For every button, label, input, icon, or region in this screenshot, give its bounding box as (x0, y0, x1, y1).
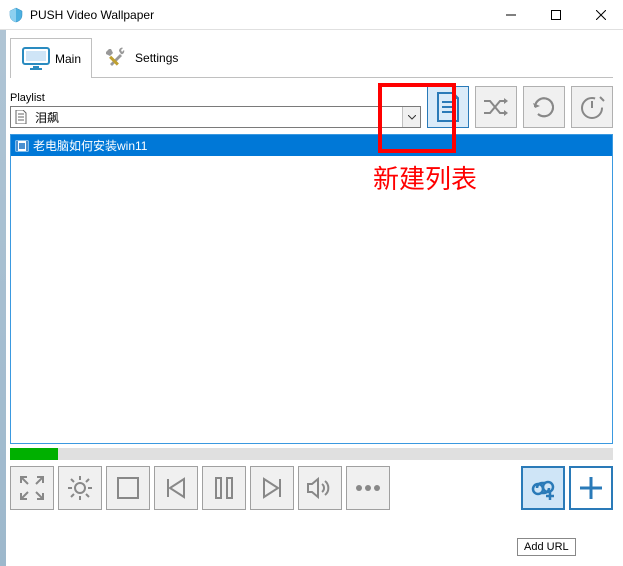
repeat-button[interactable] (523, 86, 565, 128)
tooltip: Add URL (517, 538, 576, 556)
list-item[interactable]: 老电脑如何安装win11 (11, 135, 612, 156)
monitor-icon (21, 46, 51, 72)
video-file-icon (15, 139, 29, 153)
volume-button[interactable] (298, 466, 342, 510)
progress-fill (10, 448, 58, 460)
minimize-button[interactable] (488, 0, 533, 30)
progress-bar[interactable] (10, 448, 613, 460)
new-playlist-button[interactable] (427, 86, 469, 128)
previous-button[interactable] (154, 466, 198, 510)
app-icon (8, 7, 24, 23)
add-button[interactable] (569, 466, 613, 510)
tab-settings[interactable]: Settings (92, 38, 189, 77)
tools-icon (103, 45, 131, 71)
video-list[interactable]: 老电脑如何安装win11 (10, 134, 613, 444)
maximize-button[interactable] (533, 0, 578, 30)
stop-button[interactable] (106, 466, 150, 510)
timer-button[interactable] (571, 86, 613, 128)
more-button[interactable] (346, 466, 390, 510)
tab-bar: Main Settings (10, 38, 613, 78)
playlist-selected-text: 泪飙 (31, 109, 402, 126)
document-icon (11, 110, 31, 124)
titlebar: PUSH Video Wallpaper (0, 0, 623, 30)
chevron-down-icon (402, 107, 420, 127)
close-button[interactable] (578, 0, 623, 30)
list-item-title: 老电脑如何安装win11 (33, 137, 147, 154)
tab-settings-label: Settings (135, 51, 178, 65)
next-button[interactable] (250, 466, 294, 510)
playlist-label: Playlist (10, 92, 421, 104)
tab-main[interactable]: Main (10, 38, 92, 78)
playlist-dropdown[interactable]: 泪飙 (10, 106, 421, 128)
shuffle-button[interactable] (475, 86, 517, 128)
settings-gear-button[interactable] (58, 466, 102, 510)
fullscreen-button[interactable] (10, 466, 54, 510)
tab-main-label: Main (55, 52, 81, 66)
window-title: PUSH Video Wallpaper (30, 8, 488, 22)
pause-button[interactable] (202, 466, 246, 510)
add-url-button[interactable] (521, 466, 565, 510)
bottom-toolbar (10, 466, 613, 510)
